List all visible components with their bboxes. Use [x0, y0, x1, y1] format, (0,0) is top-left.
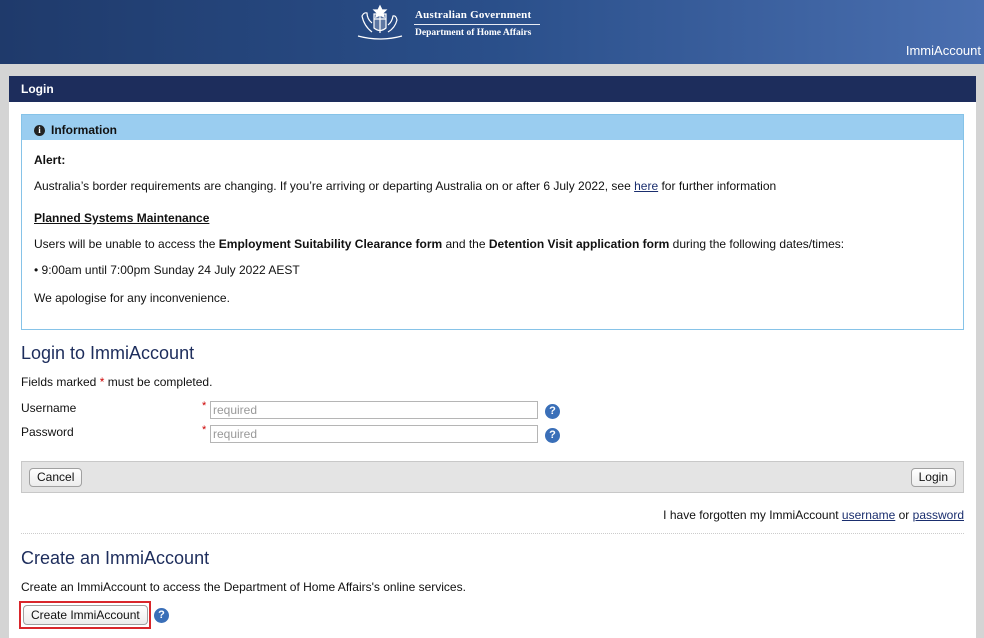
apology-text: We apologise for any inconvenience. [34, 291, 230, 305]
forgot-password-link[interactable]: password [913, 508, 964, 522]
maint-form1: Employment Suitability Clearance form [218, 237, 443, 251]
username-help-icon[interactable]: ? [545, 404, 560, 419]
create-account-description: Create an ImmiAccount to access the Depa… [21, 580, 466, 594]
maintenance-notice: Users will be unable to access the Emplo… [34, 237, 844, 251]
login-button[interactable]: Login [910, 468, 956, 487]
fields-note-post: must be completed. [104, 375, 213, 389]
password-input[interactable] [210, 425, 538, 443]
forgot-credentials: I have forgotten my ImmiAccount username… [663, 508, 964, 522]
maint-form2: Detention Visit application form [488, 237, 670, 251]
forgot-text-or: or [895, 508, 913, 522]
forgot-username-link[interactable]: username [842, 508, 895, 522]
border-info-link[interactable]: here [634, 179, 658, 193]
border-text-pre: Australia’s border requirements are chan… [34, 179, 635, 193]
maint-text-post: during the following dates/times: [669, 237, 845, 251]
alert-label: Alert: [34, 153, 66, 167]
maintenance-time: • 9:00am until 7:00pm Sunday 24 July 202… [34, 263, 300, 277]
username-label: Username [21, 401, 77, 415]
password-label: Password [21, 425, 74, 439]
forgot-text-pre: I have forgotten my ImmiAccount [663, 508, 842, 522]
create-button-highlight: Create ImmiAccount [19, 601, 151, 629]
password-help-icon[interactable]: ? [545, 428, 560, 443]
section-divider [21, 533, 964, 534]
information-title: Information [51, 123, 117, 137]
border-notice: Australia’s border requirements are chan… [34, 179, 776, 193]
information-panel: i Information Alert: Australia’s border … [21, 114, 964, 330]
username-required-star: * [202, 400, 207, 412]
gov-name: Australian Government [415, 9, 532, 21]
create-help-icon[interactable]: ? [154, 608, 169, 623]
login-button-bar: Cancel Login [21, 461, 964, 493]
login-title: Login to ImmiAccount [21, 343, 195, 363]
info-icon: i [34, 124, 45, 136]
fields-note: Fields marked * must be completed. [21, 375, 212, 389]
information-header: i Information [22, 115, 963, 140]
department-name: Department of Home Affairs [415, 28, 532, 38]
cancel-button[interactable]: Cancel [29, 468, 83, 487]
main-panel: Login i Information Alert: Australia’s b… [9, 76, 976, 638]
create-account-title: Create an ImmiAccount [21, 548, 210, 568]
maintenance-title: Planned Systems Maintenance [34, 211, 210, 225]
app-name: ImmiAccount [905, 43, 981, 58]
page-title: Login [9, 76, 976, 102]
coat-of-arms-icon [357, 4, 403, 40]
maint-text-mid: and the [442, 237, 489, 251]
top-banner: Australian Government Department of Home… [0, 0, 984, 64]
gov-divider [414, 24, 540, 25]
password-required-star: * [202, 424, 207, 436]
username-input[interactable] [210, 401, 538, 419]
create-immiaccount-button[interactable]: Create ImmiAccount [23, 605, 148, 625]
fields-note-pre: Fields marked [21, 375, 100, 389]
maint-text-pre: Users will be unable to access the [34, 237, 219, 251]
border-text-post: for further information [658, 179, 777, 193]
